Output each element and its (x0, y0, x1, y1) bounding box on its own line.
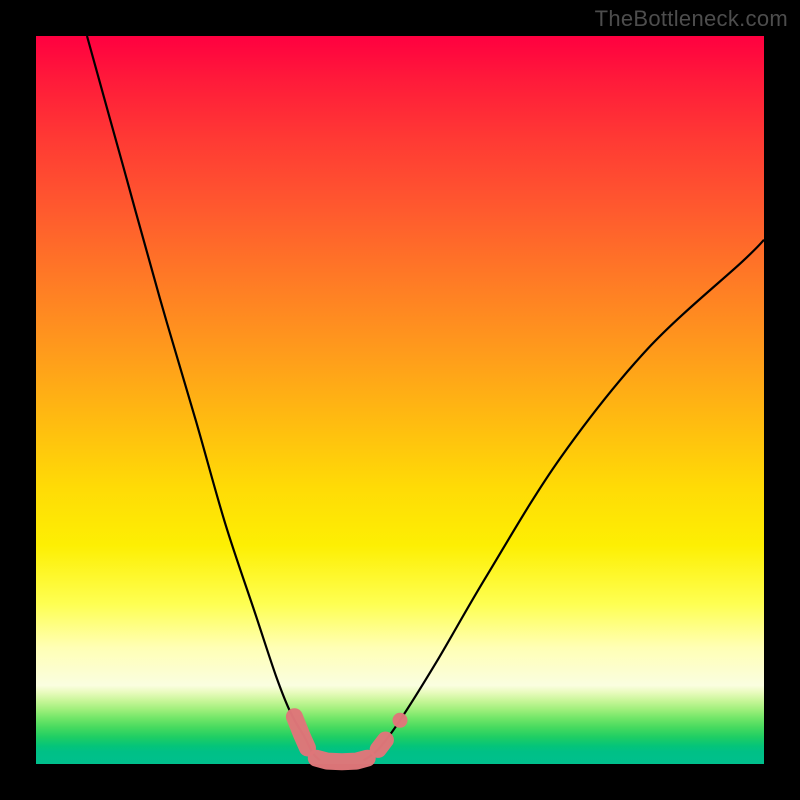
marker-group (294, 713, 407, 762)
outer-frame: TheBottleneck.com (0, 0, 800, 800)
right-curve-line (364, 240, 764, 761)
chart-svg (36, 36, 764, 764)
marker-segment (294, 717, 307, 748)
watermark-text: TheBottleneck.com (595, 6, 788, 32)
marker-dot (393, 713, 408, 728)
left-curve-line (87, 36, 320, 760)
marker-segment (316, 758, 367, 762)
marker-segment (378, 740, 385, 749)
